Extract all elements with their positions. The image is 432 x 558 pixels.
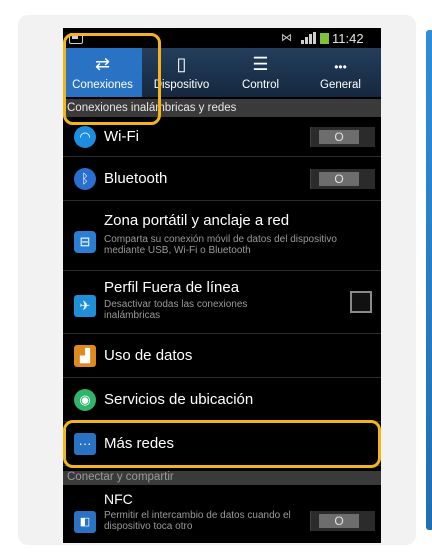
row-title: Zona portátil y anclaje a red [104, 212, 290, 229]
tab-control[interactable]: ☰ Control [221, 48, 300, 97]
airplane-icon: ✈ [74, 295, 96, 317]
side-accent-bar [426, 30, 432, 530]
row-title: Perfil Fuera de línea [104, 279, 240, 296]
settings-row-data-usage[interactable]: ▟ Uso de datos [63, 334, 381, 378]
settings-row-hotspot[interactable]: ⊟ Zona portátil y anclaje a red Comparta… [63, 201, 381, 271]
nfc-toggle[interactable]: O [310, 511, 375, 531]
wifi-icon: ◠ [74, 126, 96, 148]
row-title: Wi-Fi [104, 128, 139, 145]
wifi-toggle[interactable]: O [310, 127, 375, 147]
settings-row-nfc[interactable]: ◧ NFC Permitir el intercambio de datos c… [63, 485, 381, 543]
row-title: NFC [104, 491, 133, 507]
tab-general[interactable]: ••• General [301, 48, 380, 97]
bluetooth-toggle[interactable]: O [310, 169, 375, 189]
bluetooth-icon: ᛒ [74, 168, 96, 190]
toggle-knob: O [319, 130, 359, 144]
settings-row-bluetooth[interactable]: ᛒ Bluetooth O [63, 157, 381, 201]
highlight-conexiones-tab [63, 33, 161, 125]
more-dots-icon: ••• [334, 60, 347, 74]
row-title: Uso de datos [104, 347, 193, 364]
row-subtitle: Comparta su conexión móvil de datos del … [104, 234, 337, 256]
toggle-knob: O [319, 514, 359, 528]
highlight-mas-redes [63, 420, 381, 468]
settings-row-location[interactable]: ◉ Servicios de ubicación [63, 378, 381, 422]
row-title: Bluetooth [104, 170, 168, 187]
status-time: 11:42 [332, 31, 364, 46]
location-icon: ◉ [74, 389, 96, 411]
battery-icon [320, 33, 329, 44]
mute-icon: ⋈ [281, 32, 292, 44]
signal-icon [301, 32, 317, 44]
nfc-icon: ◧ [74, 511, 96, 533]
hotspot-icon: ⊟ [74, 231, 96, 253]
data-usage-icon: ▟ [74, 345, 96, 367]
tab-label: General [320, 79, 361, 91]
row-subtitle: Desactivar todas las conexiones inalámbr… [104, 299, 248, 321]
row-title: Servicios de ubicación [104, 391, 254, 408]
settings-row-airplane-mode[interactable]: ✈ Perfil Fuera de línea Desactivar todas… [63, 271, 381, 334]
section-header-connect-share: Conectar y compartir [63, 471, 381, 485]
tab-label: Control [241, 79, 280, 91]
airplane-checkbox[interactable] [350, 291, 372, 313]
toggle-knob: O [319, 172, 359, 186]
row-subtitle: Permitir el intercambio de datos cuando … [104, 510, 291, 532]
sliders-icon: ☰ [252, 54, 269, 74]
